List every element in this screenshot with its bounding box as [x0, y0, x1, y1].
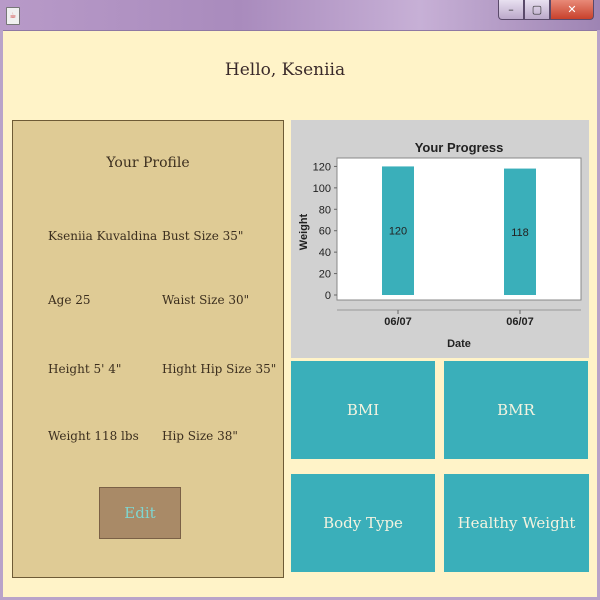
- profile-hip-size: Hip Size 38": [162, 429, 238, 443]
- chart-data-label: 120: [389, 226, 407, 238]
- chart-y-ticks: 0 20 40 60 80 100 120: [313, 161, 337, 302]
- minimize-icon: –: [508, 3, 514, 16]
- close-icon: ✕: [567, 3, 577, 16]
- profile-weight: Weight 118 lbs: [48, 429, 139, 443]
- edit-profile-button[interactable]: Edit: [99, 487, 181, 539]
- profile-waist-size: Waist Size 30": [162, 293, 250, 307]
- java-app-icon: ☕: [6, 7, 20, 25]
- window-controls: – ▢ ✕: [498, 0, 594, 20]
- minimize-button[interactable]: –: [498, 0, 524, 20]
- profile-panel: Your Profile Kseniia Kuvaldina Bust Size…: [12, 120, 284, 578]
- chart-y-tick-label: 120: [313, 161, 331, 173]
- chart-data-label: 118: [511, 227, 529, 239]
- chart-y-tick-label: 40: [319, 247, 331, 259]
- profile-title: Your Profile: [106, 155, 190, 171]
- chart-y-tick-label: 60: [319, 226, 331, 238]
- chart-y-tick-label: 0: [325, 290, 331, 302]
- window-titlebar: ☕ – ▢ ✕: [0, 0, 600, 31]
- chart-x-tick-label: 06/07: [506, 316, 534, 328]
- bmi-button[interactable]: BMI: [291, 361, 435, 459]
- maximize-icon: ▢: [531, 3, 543, 16]
- window-frame-left: [0, 30, 3, 600]
- progress-chart: Your Progress Weight Date 0 20 40 60 80 100 12…: [298, 140, 582, 350]
- profile-hight-hip-size: Hight Hip Size 35": [162, 362, 277, 376]
- chart-x-axis-label: Date: [447, 338, 471, 350]
- chart-x-tick-label: 06/07: [384, 316, 412, 328]
- profile-height: Height 5' 4": [48, 362, 122, 376]
- chart-title: Your Progress: [415, 140, 504, 155]
- bmr-button[interactable]: BMR: [444, 361, 588, 459]
- healthy-weight-button[interactable]: Healthy Weight: [444, 474, 589, 572]
- close-button[interactable]: ✕: [550, 0, 594, 20]
- chart-y-tick-label: 80: [319, 204, 331, 216]
- profile-name: Kseniia Kuvaldina: [48, 229, 158, 243]
- maximize-button[interactable]: ▢: [524, 0, 550, 20]
- profile-bust-size: Bust Size 35": [162, 229, 244, 243]
- chart-x-ticks: 06/07 06/07: [384, 310, 534, 328]
- chart-y-tick-label: 100: [313, 183, 331, 195]
- body-type-button[interactable]: Body Type: [291, 474, 435, 572]
- greeting-heading: Hello, Kseniia: [224, 60, 346, 80]
- chart-plot-area: [336, 157, 582, 301]
- chart-y-tick-label: 20: [319, 269, 331, 281]
- progress-chart-panel: Your Progress Weight Date 0 20 40 60 80 100 12…: [291, 120, 589, 358]
- profile-age: Age 25: [48, 293, 91, 307]
- chart-y-axis-label: Weight: [298, 213, 310, 250]
